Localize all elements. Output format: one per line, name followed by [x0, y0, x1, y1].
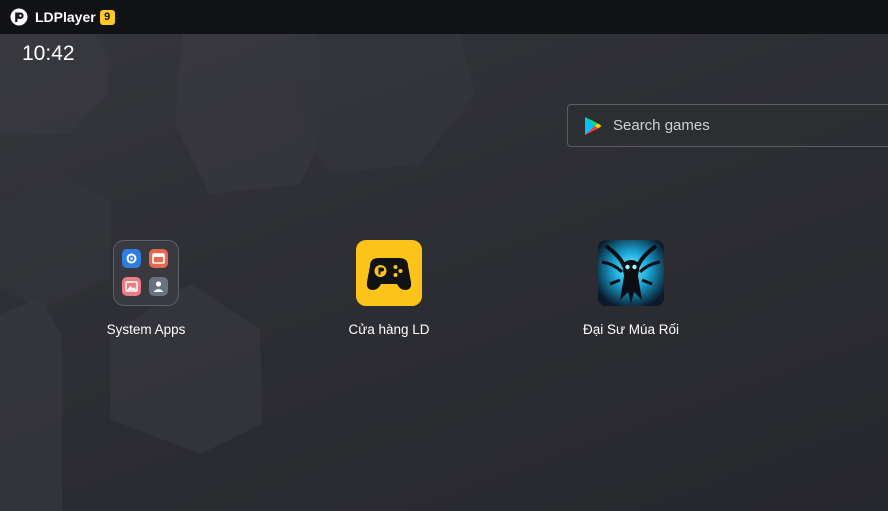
gallery-icon [122, 277, 141, 296]
version-badge: 9 [99, 9, 115, 25]
app-label: System Apps [106, 322, 186, 337]
app-dai-su-mua-roi[interactable]: Đại Sư Múa Rối [566, 240, 696, 337]
clock: 10:42 [22, 42, 75, 65]
search-placeholder: Search games [613, 117, 710, 134]
game-puppet-master-icon [598, 240, 664, 306]
search-games-bar[interactable]: Search games [567, 104, 888, 147]
title-bar: LDPlayer 9 [0, 0, 888, 34]
app-title: LDPlayer [35, 9, 96, 25]
google-play-icon [585, 116, 602, 135]
app-label: Cửa hàng LD [348, 322, 430, 337]
settings-icon [122, 249, 141, 268]
ldplayer-logo-icon [10, 8, 28, 26]
app-system-apps[interactable]: System Apps [81, 240, 211, 337]
contacts-icon [149, 277, 168, 296]
ld-store-icon [356, 240, 422, 306]
folder-icon [113, 240, 179, 306]
app-label: Đại Sư Múa Rối [582, 322, 680, 337]
app-ld-store[interactable]: Cửa hàng LD [324, 240, 454, 337]
file-manager-icon [149, 249, 168, 268]
desktop: 10:42 Search games System Apps Cửa hàng … [0, 34, 888, 511]
